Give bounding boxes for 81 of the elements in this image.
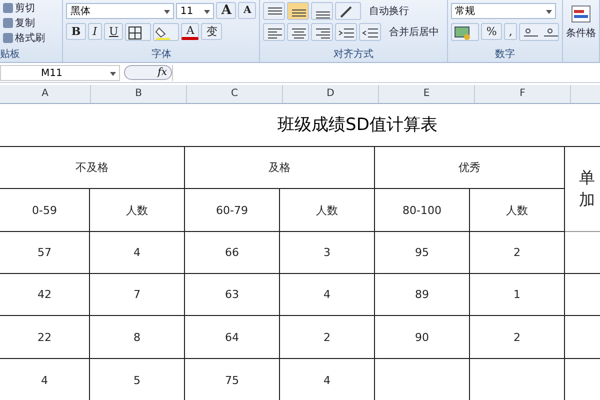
column-header[interactable]: E: [379, 85, 475, 103]
table-cell: 80-100: [375, 189, 470, 232]
conditional-format-button[interactable]: 条件格: [566, 26, 596, 40]
table-cell: 优秀: [375, 147, 565, 189]
number-format-field[interactable]: 常规: [451, 2, 556, 18]
column-header[interactable]: C: [187, 85, 283, 103]
table-cell: 4: [280, 274, 375, 316]
underline-button[interactable]: U: [104, 23, 124, 40]
align-middle-icon[interactable]: [287, 2, 310, 20]
clipboard-button[interactable]: 复制: [15, 16, 35, 30]
table-cell: 64: [185, 316, 280, 359]
table-cell: 7: [90, 274, 185, 316]
align-right-icon[interactable]: [311, 22, 334, 40]
align-left-icon[interactable]: [263, 22, 286, 40]
table-cell: 66: [185, 232, 280, 274]
italic-button[interactable]: I: [88, 23, 102, 40]
table-cell: 人数: [280, 189, 375, 232]
table-cell: 1: [470, 274, 565, 316]
group-label: 对齐方式: [332, 48, 375, 61]
table-cell: 95: [375, 232, 470, 274]
font-color-button[interactable]: A: [181, 23, 200, 40]
table-cell: 4: [90, 232, 185, 274]
table-cell: 人数: [90, 189, 185, 232]
table-cell: 63: [185, 274, 280, 316]
caret-icon: [110, 72, 116, 76]
group-label: 贴板: [0, 48, 21, 61]
clipboard-button[interactable]: 剪切: [15, 1, 35, 15]
decimal-icon[interactable]: [519, 22, 559, 40]
table-cell: 60-79: [185, 189, 280, 232]
caret-icon: [204, 10, 210, 14]
table-cell: 3: [280, 232, 375, 274]
conditional-format-icon[interactable]: [570, 4, 592, 24]
table-cell: 单 加: [565, 147, 600, 232]
table-cell: 57: [0, 232, 90, 274]
column-header[interactable]: D: [283, 85, 379, 103]
table-cell: 90: [375, 316, 470, 359]
column-header[interactable]: F: [475, 85, 571, 103]
comma-button[interactable]: ,: [504, 23, 518, 40]
wrap-text-button[interactable]: 自动换行: [369, 4, 410, 18]
table-cell: 75: [185, 359, 280, 400]
align-top-icon[interactable]: [263, 2, 286, 20]
percent-button[interactable]: %: [481, 23, 502, 40]
table-cell: 2: [470, 316, 565, 359]
merge-center-button[interactable]: 合并后居中: [389, 24, 440, 38]
caret-icon: [164, 10, 170, 14]
table-cell: 4: [0, 359, 90, 400]
name-box[interactable]: M11: [0, 64, 120, 80]
group-label: 字体: [150, 48, 172, 61]
group-label: 数字: [494, 48, 516, 61]
shrink-font-button[interactable]: A: [238, 2, 256, 19]
indent-icon[interactable]: [359, 22, 382, 40]
table-cell: 5: [90, 359, 185, 400]
clipboard-button[interactable]: 格式刷: [15, 31, 45, 45]
table-cell: 42: [0, 274, 90, 316]
sheet-title: 班级成绩SD值计算表: [0, 104, 600, 147]
orientation-icon[interactable]: [335, 2, 362, 20]
currency-icon[interactable]: [451, 22, 480, 40]
bold-button[interactable]: B: [66, 23, 86, 40]
align-center-icon[interactable]: [287, 22, 310, 40]
font-size-field[interactable]: 11: [176, 2, 214, 18]
table-cell: 22: [0, 316, 90, 359]
table-cell: 89: [375, 274, 470, 316]
borders-icon[interactable]: [125, 22, 152, 40]
table-cell: 2: [470, 232, 565, 274]
grow-font-button[interactable]: A: [216, 2, 236, 19]
table-cell: 2: [280, 316, 375, 359]
table-cell: 人数: [470, 189, 565, 232]
align-bottom-icon[interactable]: [311, 2, 334, 20]
table-cell: 0-59: [0, 189, 90, 232]
phonetic-button[interactable]: 变: [201, 23, 222, 40]
insert-function-button[interactable]: fx: [158, 67, 167, 78]
indent-icon[interactable]: [335, 22, 358, 40]
table-cell: 不及格: [0, 147, 185, 189]
table-cell: 及格: [185, 147, 375, 189]
caret-icon: [546, 10, 552, 14]
column-header[interactable]: B: [91, 85, 187, 103]
table-cell: 4: [280, 359, 375, 400]
column-header[interactable]: A: [0, 85, 91, 103]
fill-color-icon[interactable]: [153, 22, 180, 40]
table-cell: 8: [90, 316, 185, 359]
font-name-field[interactable]: 黑体: [66, 2, 174, 18]
